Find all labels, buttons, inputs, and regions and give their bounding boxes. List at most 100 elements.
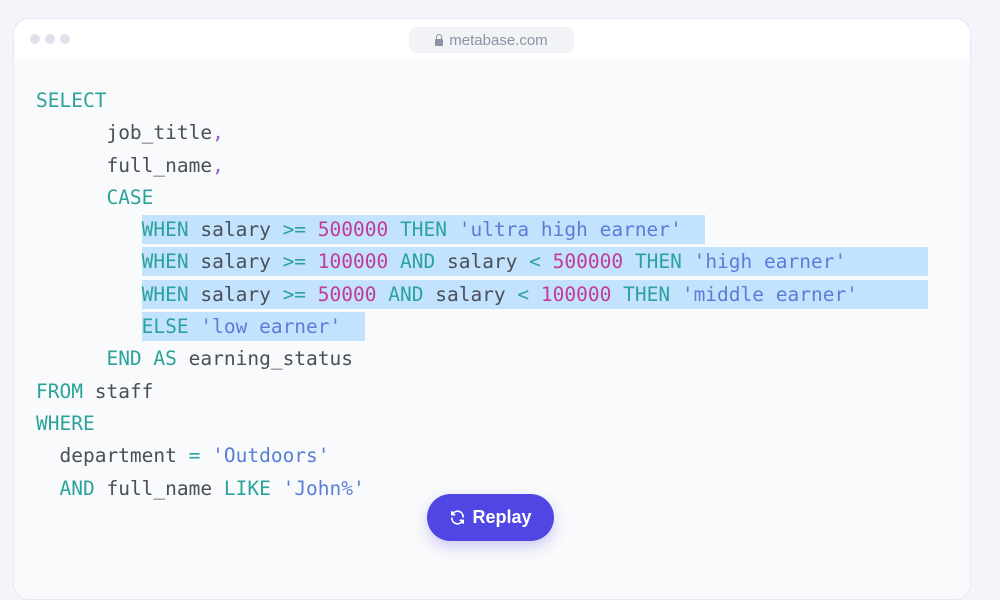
code-token-kw: LIKE xyxy=(223,476,271,500)
code-token-id xyxy=(611,283,623,306)
code-token-id xyxy=(447,218,459,241)
code-token-str: 'low earner' xyxy=(200,315,342,339)
code-token-kw: THEN xyxy=(400,218,447,242)
code-token-id: job_title xyxy=(106,121,213,145)
code-token-str: 'high earner' xyxy=(693,250,847,274)
window-dot xyxy=(45,34,55,44)
code-token-id xyxy=(200,444,212,467)
code-token-kw: AND xyxy=(59,476,95,500)
window-controls xyxy=(30,34,70,44)
code-token-kw: WHEN xyxy=(141,282,189,306)
code-token-kw: FROM xyxy=(36,379,83,403)
lock-icon xyxy=(435,33,444,46)
code-line: job_title, xyxy=(36,117,928,149)
code-token-id xyxy=(189,315,201,338)
code-token-num: 100000 xyxy=(540,282,612,306)
code-token-id xyxy=(623,250,635,273)
url-text: metabase.com xyxy=(449,31,548,49)
code-line: full_name, xyxy=(36,150,928,182)
code-token-str: 'ultra high earner' xyxy=(458,218,682,242)
code-token-id xyxy=(529,283,541,306)
code-token-op: >= xyxy=(282,282,307,306)
replay-button[interactable]: Replay xyxy=(427,494,554,541)
code-line: WHERE xyxy=(36,408,928,440)
code-token-id: full_name xyxy=(106,153,213,177)
code-token-kw: CASE xyxy=(106,185,154,209)
code-token-id: salary xyxy=(423,282,518,306)
code-token-id xyxy=(377,283,389,306)
selected-text: WHEN salary >= 100000 AND salary < 50000… xyxy=(141,247,929,277)
sql-code-block: SELECT job_title, full_name, CASE WHEN s… xyxy=(36,85,929,505)
code-token-op: < xyxy=(517,282,530,306)
code-token-id xyxy=(858,283,928,306)
code-token-id xyxy=(388,250,400,273)
replay-label: Replay xyxy=(472,507,532,527)
code-token-num: 100000 xyxy=(317,250,389,274)
code-token-id: salary xyxy=(435,250,530,274)
code-text: END AS earning_status xyxy=(106,347,353,370)
code-token-kw: AND xyxy=(388,282,424,306)
code-token-kw: THEN xyxy=(634,250,682,274)
code-token-kw: WHERE xyxy=(36,411,95,435)
code-token-pun: , xyxy=(212,153,224,177)
code-token-num: 500000 xyxy=(552,250,624,274)
title-bar: metabase.com xyxy=(14,19,970,59)
code-token-kw: WHEN xyxy=(141,218,189,242)
window-dot xyxy=(60,34,70,44)
code-token-kw: SELECT xyxy=(36,89,107,112)
code-token-kw: THEN xyxy=(623,282,671,306)
code-token-id: staff xyxy=(82,379,154,403)
code-token-id xyxy=(306,218,318,241)
code-token-op: >= xyxy=(282,250,307,274)
code-text: CASE xyxy=(106,186,153,209)
code-token-str: 'Outdoors' xyxy=(212,444,330,468)
code-line: FROM staff xyxy=(36,376,928,408)
code-line: END AS earning_status xyxy=(36,343,928,375)
code-text: full_name, xyxy=(106,154,223,177)
code-token-kw: WHEN xyxy=(141,250,189,274)
code-line: SELECT xyxy=(36,85,928,117)
code-token-kw: AND xyxy=(400,250,436,274)
code-token-id: salary xyxy=(188,250,283,274)
code-token-op: = xyxy=(188,444,201,468)
code-token-id xyxy=(670,283,682,306)
code-token-pun: , xyxy=(212,121,224,145)
code-token-id: salary xyxy=(188,282,283,306)
selected-text: ELSE 'low earner' xyxy=(141,312,365,342)
selected-text: WHEN salary >= 500000 THEN 'ultra high e… xyxy=(141,215,706,245)
code-line: WHEN salary >= 100000 AND salary < 50000… xyxy=(36,246,929,278)
address-bar[interactable]: metabase.com xyxy=(409,27,574,53)
window-dot xyxy=(30,34,40,44)
code-text: department = 'Outdoors' xyxy=(59,444,329,467)
code-token-id: full_name xyxy=(94,476,224,500)
code-text: WHERE xyxy=(36,412,95,435)
refresh-icon xyxy=(451,510,465,525)
code-token-id xyxy=(541,250,553,273)
code-text: AND full_name LIKE 'John%' xyxy=(59,477,364,500)
code-token-str: 'middle earner' xyxy=(681,282,858,306)
code-text: FROM staff xyxy=(36,380,153,403)
code-token-op: < xyxy=(529,250,541,274)
code-text: SELECT xyxy=(36,89,106,112)
code-token-num: 50000 xyxy=(317,282,377,306)
code-line: department = 'Outdoors' xyxy=(36,440,928,472)
code-line: ELSE 'low earner' xyxy=(36,311,928,343)
code-line: WHEN salary >= 500000 THEN 'ultra high e… xyxy=(36,214,928,246)
code-token-num: 500000 xyxy=(317,218,389,242)
code-token-kw: ELSE xyxy=(141,315,189,339)
code-line: CASE xyxy=(36,182,928,214)
code-token-id xyxy=(306,283,318,306)
code-token-id xyxy=(682,218,705,241)
selected-text: WHEN salary >= 50000 AND salary < 100000… xyxy=(141,279,929,309)
code-token-id: earning_status xyxy=(176,347,354,371)
code-token-id: department xyxy=(59,444,189,468)
code-token-id xyxy=(306,250,318,273)
code-line: WHEN salary >= 50000 AND salary < 100000… xyxy=(36,279,929,311)
code-text: job_title, xyxy=(106,121,223,144)
code-token-id xyxy=(341,315,364,338)
code-token-kw: END AS xyxy=(106,347,177,371)
code-token-id xyxy=(271,477,283,500)
code-token-id xyxy=(388,218,400,241)
code-token-id xyxy=(846,250,928,273)
code-token-str: 'John%' xyxy=(282,476,365,500)
